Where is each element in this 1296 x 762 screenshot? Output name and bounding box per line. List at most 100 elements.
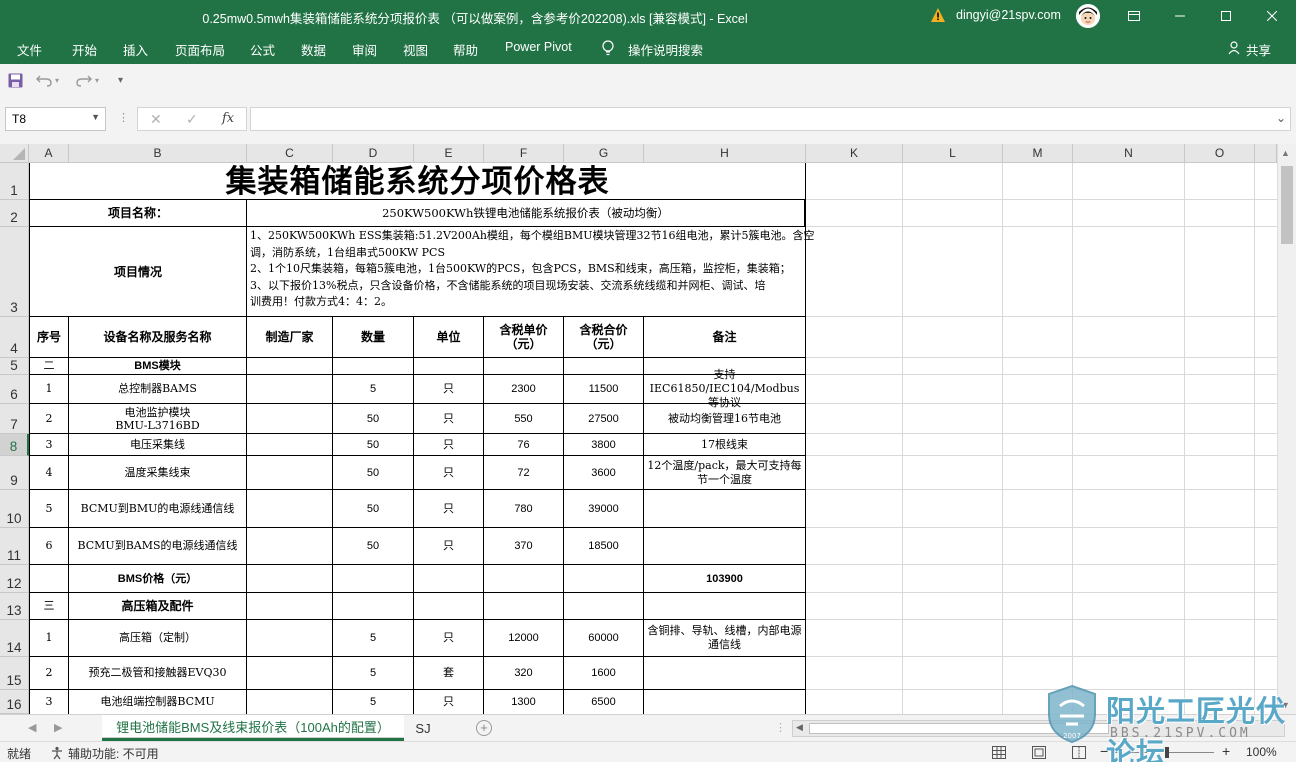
select-all-button[interactable] (0, 144, 29, 163)
redo-button[interactable]: ▾ (76, 72, 99, 88)
vertical-scrollbar[interactable]: ▲ ▼ (1277, 144, 1296, 714)
undo-button[interactable]: ▾ (36, 72, 59, 88)
table-cell-qty[interactable]: 50 (333, 456, 413, 489)
header-cell-qty[interactable]: 数量 (333, 317, 413, 357)
table-cell-note[interactable] (644, 690, 805, 714)
normal-view-icon[interactable] (992, 746, 1006, 759)
table-cell-note[interactable]: 支持IEC61850/IEC104/Modbus等协议 (644, 368, 805, 409)
table-cell-price[interactable]: 72 (484, 456, 563, 489)
tab-view[interactable]: 视图 (403, 40, 428, 59)
column-header-k[interactable]: K (806, 144, 903, 163)
sheet-tab-active[interactable]: 锂电池储能BMS及线束报价表（100Ah的配置） (102, 715, 404, 741)
table-cell-price[interactable]: 76 (484, 434, 563, 455)
name-box[interactable]: T8 ▼ (5, 107, 106, 131)
minimize-button[interactable] (1157, 0, 1203, 32)
tab-review[interactable]: 审阅 (352, 40, 377, 59)
bms-price-label[interactable]: BMS价格（元） (69, 565, 246, 592)
row-header-16[interactable]: 16 (0, 690, 29, 714)
table-cell-qty[interactable]: 50 (333, 490, 413, 527)
table-cell-name[interactable]: 总控制器BAMS (69, 375, 246, 403)
scroll-left-icon[interactable]: ◀ (796, 722, 803, 733)
row-header-15[interactable]: 15 (0, 657, 29, 690)
table-cell-total[interactable]: 11500 (564, 375, 643, 403)
table-cell-unit[interactable]: 只 (414, 620, 483, 656)
expand-formula-bar-icon[interactable]: ⌄ (1276, 111, 1286, 125)
enter-icon[interactable]: ✓ (186, 111, 198, 128)
table-cell-name[interactable]: 电池组端控制器BCMU (69, 690, 246, 714)
column-header-g[interactable]: G (564, 144, 644, 163)
table-cell-note[interactable]: 12个温度/pack，最大可支持每节一个温度 (644, 456, 805, 489)
table-cell-price[interactable]: 1300 (484, 690, 563, 714)
table-cell-qty[interactable]: 5 (333, 690, 413, 714)
row-header-7[interactable]: 7 (0, 404, 29, 434)
row-header-9[interactable]: 9 (0, 456, 29, 490)
table-cell-total[interactable]: 6500 (564, 690, 643, 714)
tab-data[interactable]: 数据 (301, 40, 326, 59)
tell-me-search[interactable]: 操作说明搜索 (628, 40, 703, 59)
column-header-d[interactable]: D (333, 144, 414, 163)
column-header-c[interactable]: C (247, 144, 333, 163)
tab-power-pivot[interactable]: Power Pivot (505, 40, 572, 54)
insert-function-icon[interactable]: fx (222, 111, 234, 126)
row-header-10[interactable]: 10 (0, 490, 29, 528)
warning-icon[interactable] (930, 7, 946, 23)
table-cell-price[interactable]: 12000 (484, 620, 563, 656)
table-cell-qty[interactable]: 5 (333, 657, 413, 689)
bms-price-value[interactable]: 103900 (644, 565, 805, 592)
prev-sheet-icon[interactable]: ◀ (28, 721, 36, 734)
table-cell-name[interactable]: 电压采集线 (69, 434, 246, 455)
table-cell-no[interactable]: 3 (30, 434, 68, 455)
table-cell-no[interactable]: 1 (30, 375, 68, 403)
column-header-m[interactable]: M (1003, 144, 1073, 163)
row-header-6[interactable]: 6 (0, 375, 29, 404)
table-cell-unit[interactable]: 套 (414, 657, 483, 689)
table-cell-unit[interactable]: 只 (414, 528, 483, 564)
table-cell-name[interactable]: BCMU到BMU的电源线通信线 (69, 490, 246, 527)
table-cell-no[interactable]: 2 (30, 657, 68, 689)
table-cell-price[interactable]: 370 (484, 528, 563, 564)
row-header-12[interactable]: 12 (0, 565, 29, 593)
project-info-text[interactable]: 1、250KW500KWh ESS集装箱:51.2V200Ah模组，每个模组BM… (248, 228, 815, 316)
project-info-label[interactable]: 项目情况 (30, 227, 246, 316)
table-cell-no[interactable]: 5 (30, 490, 68, 527)
save-button[interactable] (8, 72, 23, 88)
ribbon-display-options-button[interactable] (1111, 0, 1157, 32)
next-sheet-icon[interactable]: ▶ (54, 721, 62, 734)
table-cell-name[interactable]: 电池监护模块 BMU-L3716BD (69, 404, 246, 433)
row-header-13[interactable]: 13 (0, 593, 29, 620)
table-cell-total[interactable]: 3800 (564, 434, 643, 455)
table-cell-price[interactable]: 780 (484, 490, 563, 527)
table-cell-no[interactable]: 1 (30, 620, 68, 656)
header-cell-unit-price[interactable]: 含税单价 （元） (484, 317, 563, 357)
table-cell-qty[interactable]: 50 (333, 434, 413, 455)
formula-bar-grip-icon[interactable]: ⋮ (118, 111, 129, 124)
page-layout-view-icon[interactable] (1032, 746, 1046, 759)
tab-home[interactable]: 开始 (72, 40, 97, 59)
table-cell-qty[interactable]: 5 (333, 375, 413, 403)
table-cell-no[interactable]: 6 (30, 528, 68, 564)
row-header-14[interactable]: 14 (0, 620, 29, 657)
header-cell-unit[interactable]: 单位 (414, 317, 483, 357)
table-cell-total[interactable]: 39000 (564, 490, 643, 527)
maximize-button[interactable] (1203, 0, 1249, 32)
column-header-f[interactable]: F (484, 144, 564, 163)
sheet-title[interactable]: 集装箱储能系统分项价格表 (30, 163, 805, 200)
column-header-l[interactable]: L (903, 144, 1003, 163)
table-cell-no[interactable]: 3 (30, 690, 68, 714)
table-cell-total[interactable]: 3600 (564, 456, 643, 489)
column-header-h[interactable]: H (644, 144, 806, 163)
tab-insert[interactable]: 插入 (123, 40, 148, 59)
table-cell-note[interactable] (644, 657, 805, 689)
header-cell-total[interactable]: 含税合价 （元） (564, 317, 643, 357)
table-cell-total[interactable]: 60000 (564, 620, 643, 656)
table-cell-name[interactable]: BCMU到BAMS的电源线通信线 (69, 528, 246, 564)
tab-split-grip-icon[interactable]: ⋮ (775, 721, 786, 734)
tab-file[interactable]: 文件 (17, 40, 42, 59)
table-cell-note[interactable]: 17根线束 (644, 434, 805, 455)
table-cell-unit[interactable]: 只 (414, 690, 483, 714)
tab-help[interactable]: 帮助 (453, 40, 478, 59)
worksheet-grid[interactable]: A B C D E F G H K L M N O 1 2 3 4 5 6 7 … (0, 144, 1296, 714)
redo-dropdown-icon[interactable]: ▾ (95, 76, 99, 85)
row-header-2[interactable]: 2 (0, 200, 29, 227)
header-cell-no[interactable]: 序号 (30, 317, 68, 357)
